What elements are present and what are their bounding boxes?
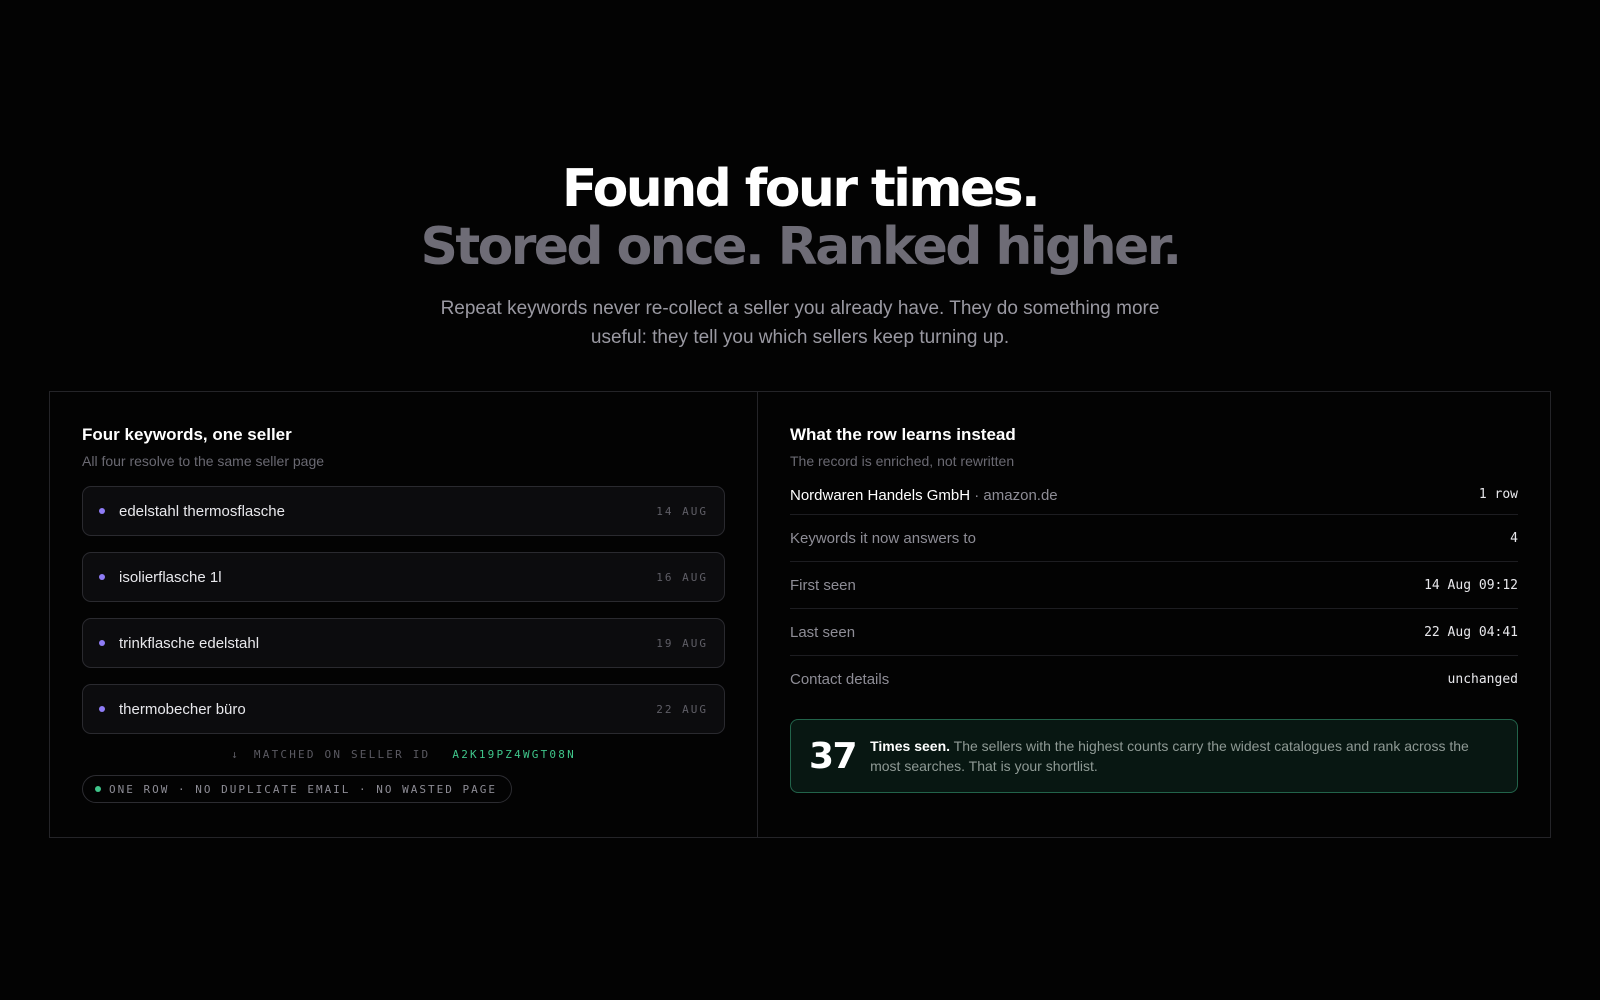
summary-pill-text: ONE ROW · NO DUPLICATE EMAIL · NO WASTED…	[109, 782, 498, 796]
hero-subtext: Repeat keywords never re-collect a selle…	[440, 298, 1160, 348]
arrow-down-icon: ↓	[231, 748, 240, 761]
keywords-card-title: Four keywords, one seller	[82, 425, 292, 444]
seller-separator: ·	[970, 487, 984, 504]
headline-line-2: Stored once. Ranked higher.	[420, 217, 1182, 277]
times-seen-text: Times seen. The sellers with the highest…	[870, 736, 1485, 776]
seller-row-count: 1 row	[1478, 487, 1518, 502]
keyword-list: edelstahl thermosflasche 14 AUG isolierf…	[82, 486, 725, 734]
record-card-title: What the row learns instead	[790, 425, 1016, 444]
keyword-term: thermobecher büro	[119, 700, 246, 718]
summary-pill: ONE ROW · NO DUPLICATE EMAIL · NO WASTED…	[82, 775, 513, 803]
record-row: Contact details unchanged	[790, 656, 1518, 703]
keyword-item: trinkflasche edelstahl 19 AUG	[82, 618, 725, 668]
keywords-card-subtitle: All four resolve to the same seller page	[82, 453, 325, 469]
matched-label: MATCHED ON SELLER ID	[253, 748, 431, 761]
record-rows: Nordwaren Handels GmbH · amazon.de 1 row…	[790, 481, 1518, 703]
comparison-panel: Four keywords, one seller All four resol…	[49, 391, 1551, 838]
headline-line-1: Found four times.	[561, 159, 1041, 219]
bullet-dot-icon	[99, 706, 105, 712]
record-row-value: 4	[1510, 530, 1518, 546]
keyword-date: 19 AUG	[656, 636, 708, 650]
record-card-subtitle: The record is enriched, not rewritten	[790, 453, 1015, 469]
record-row: First seen 14 Aug 09:12	[790, 562, 1518, 609]
record-card: What the row learns instead The record i…	[758, 392, 1550, 837]
seller-name: Nordwaren Handels GmbH	[790, 487, 971, 504]
bullet-dot-icon	[99, 640, 105, 646]
seller-domain: amazon.de	[983, 487, 1058, 504]
record-row-value: 14 Aug 09:12	[1424, 577, 1518, 593]
bullet-dot-icon	[99, 574, 105, 580]
keyword-term: isolierflasche 1l	[119, 568, 222, 586]
times-seen-body: The sellers with the highest counts carr…	[870, 738, 1469, 774]
hero-headline: Found four times. Stored once. Ranked hi…	[0, 160, 1600, 276]
times-seen-callout: 37 Times seen. The sellers with the high…	[790, 719, 1518, 793]
matched-on-seller-id: ↓ MATCHED ON SELLER ID A2K19PZ4WGT08N	[82, 748, 725, 761]
keyword-item: isolierflasche 1l 16 AUG	[82, 552, 725, 602]
keyword-item: edelstahl thermosflasche 14 AUG	[82, 486, 725, 536]
keyword-date: 16 AUG	[656, 570, 708, 584]
record-row: Keywords it now answers to 4	[790, 515, 1518, 562]
status-dot-icon	[95, 786, 101, 792]
record-row-label: Contact details	[790, 671, 890, 688]
record-row-label: Last seen	[790, 623, 856, 641]
record-row-label: Keywords it now answers to	[790, 529, 976, 547]
record-row-value: unchanged	[1447, 672, 1518, 687]
times-seen-lead: Times seen.	[870, 738, 951, 754]
record-row-seller: Nordwaren Handels GmbH · amazon.de 1 row	[790, 481, 1518, 515]
keyword-term: edelstahl thermosflasche	[119, 502, 285, 520]
seller-id: A2K19PZ4WGT08N	[452, 748, 576, 761]
times-seen-count: 37	[809, 735, 858, 777]
keywords-card: Four keywords, one seller All four resol…	[50, 392, 758, 837]
keyword-date: 22 AUG	[656, 702, 708, 716]
hero-section: Found four times. Stored once. Ranked hi…	[0, 160, 1600, 352]
keyword-item: thermobecher büro 22 AUG	[82, 684, 725, 734]
keyword-date: 14 AUG	[656, 504, 708, 518]
record-row: Last seen 22 Aug 04:41	[790, 609, 1518, 656]
keyword-term: trinkflasche edelstahl	[119, 634, 260, 652]
record-row-label: First seen	[790, 576, 856, 594]
seller-identity: Nordwaren Handels GmbH · amazon.de	[790, 487, 1058, 504]
record-row-value: 22 Aug 04:41	[1424, 624, 1518, 640]
bullet-dot-icon	[99, 508, 105, 514]
